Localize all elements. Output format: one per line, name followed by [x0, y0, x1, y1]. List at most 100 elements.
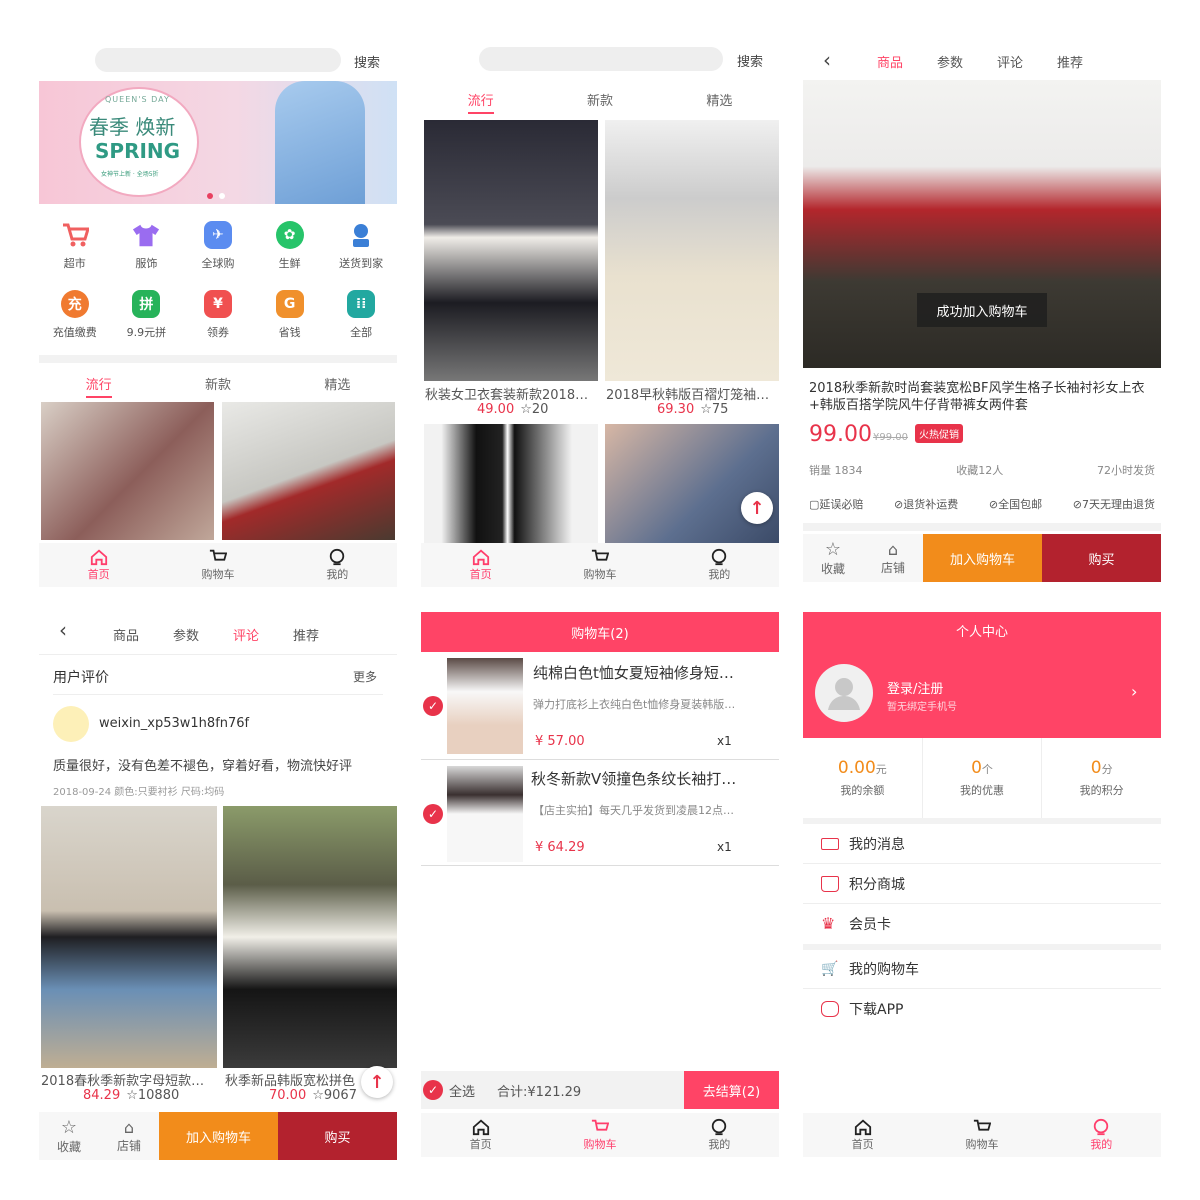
carousel-dot[interactable] — [219, 193, 225, 199]
star-icon: ☆ — [520, 402, 532, 417]
shop-button[interactable]: ⌂ 店铺 — [99, 1112, 159, 1160]
add-to-cart-button[interactable]: 加入购物车 — [159, 1112, 278, 1160]
shop-button[interactable]: ⌂ 店铺 — [863, 534, 923, 582]
promo-badge: 火热促销 — [915, 424, 963, 443]
nav-mine[interactable]: 我的 — [660, 543, 779, 587]
login-link[interactable]: 登录/注册 — [887, 678, 943, 697]
sales-info: 销量 1834 收藏12人 72小时发货 — [809, 464, 1155, 477]
checkout-button[interactable]: 去结算(2) — [684, 1071, 779, 1109]
category-supermarket[interactable]: 超市 — [39, 221, 111, 271]
nav-mine[interactable]: 我的 — [278, 543, 397, 587]
search-input[interactable] — [95, 48, 341, 72]
tab-reviews[interactable]: 评论 — [233, 625, 259, 644]
product-image[interactable] — [41, 402, 214, 540]
stat-points[interactable]: 0分 我的积分 — [1042, 738, 1161, 818]
category-save[interactable]: G 省钱 — [254, 290, 326, 340]
nav-cart[interactable]: 购物车 — [158, 543, 277, 587]
category-coupon[interactable]: ¥ 领券 — [182, 290, 254, 340]
category-clothing[interactable]: 服饰 — [111, 221, 183, 271]
banner-spring: SPRING — [95, 139, 181, 163]
fav-button[interactable]: ☆ 收藏 — [39, 1112, 99, 1160]
select-all-label[interactable]: 全选 — [449, 1081, 475, 1100]
check-icon[interactable]: ✓ — [423, 804, 443, 824]
check-icon[interactable]: ✓ — [423, 696, 443, 716]
cart-item[interactable]: ✓ 秋冬新款V领撞色条纹长袖打… 【店主实拍】每天几乎发货到凌晨12点… ¥ 6… — [421, 762, 779, 866]
scroll-top-button[interactable]: ↑ — [361, 1066, 393, 1098]
tab-recommend[interactable]: 推荐 — [293, 625, 319, 644]
database-icon — [821, 1001, 839, 1017]
menu-my-cart[interactable]: 🛒 我的购物车 — [803, 949, 1161, 989]
product-title[interactable]: 秋装女卫衣套装新款2018… — [425, 384, 595, 403]
tab-popular[interactable]: 流行 — [39, 374, 158, 398]
tab-reviews[interactable]: 评论 — [997, 52, 1023, 71]
nav-cart[interactable]: 购物车 — [540, 1113, 659, 1157]
category-group-buy[interactable]: 拼 9.9元拼 — [111, 290, 183, 340]
tab-new[interactable]: 新款 — [158, 374, 277, 397]
product-title[interactable]: 2018春秋季新款字母短款… — [41, 1070, 213, 1089]
back-icon[interactable]: ‹ — [823, 48, 831, 72]
tab-selected[interactable]: 精选 — [278, 374, 397, 397]
category-global[interactable]: ✈ 全球购 — [182, 221, 254, 271]
buy-button[interactable]: 购买 — [1042, 534, 1161, 582]
product-image[interactable] — [424, 424, 598, 544]
tab-new[interactable]: 新款 — [540, 90, 659, 113]
product-image[interactable] — [222, 402, 395, 540]
delivery-icon — [347, 221, 375, 249]
nav-home[interactable]: 首页 — [421, 543, 540, 587]
bottom-nav: 首页 购物车 我的 — [421, 1113, 779, 1157]
more-link[interactable]: 更多 — [353, 668, 377, 685]
scroll-top-button[interactable]: ↑ — [741, 492, 773, 524]
bottom-nav: 首页 购物车 我的 — [803, 1113, 1161, 1157]
nav-home[interactable]: 首页 — [803, 1113, 922, 1157]
item-image — [447, 658, 523, 754]
nav-cart[interactable]: 购物车 — [922, 1113, 1041, 1157]
tab-recommend[interactable]: 推荐 — [1057, 52, 1083, 71]
chevron-right-icon[interactable]: › — [1131, 682, 1137, 701]
product-price-row: 69.30 ☆ 75 — [657, 402, 729, 417]
nav-home[interactable]: 首页 — [39, 543, 158, 587]
avatar[interactable] — [815, 664, 873, 722]
nav-mine[interactable]: 我的 — [1042, 1113, 1161, 1157]
promo-banner[interactable]: QUEEN'S DAY 春季 焕新 SPRING 女神节上新 · 全场5折 — [39, 81, 397, 204]
tab-popular[interactable]: 流行 — [421, 90, 540, 114]
menu-points-mall[interactable]: 积分商城 — [803, 864, 1161, 904]
tab-params[interactable]: 参数 — [173, 625, 199, 644]
tab-selected[interactable]: 精选 — [660, 90, 779, 113]
product-image[interactable] — [424, 120, 598, 381]
profile-screen: 个人中心 登录/注册 暂无绑定手机号 › 0.00元 我的余额 0个 我的优惠 0分… — [803, 610, 1161, 1160]
product-title[interactable]: 2018早秋韩版百褶灯笼袖… — [606, 384, 776, 403]
back-icon[interactable]: ‹ — [59, 618, 67, 642]
category-recharge[interactable]: 充充值缴费 — [39, 290, 111, 340]
nav-cart[interactable]: 购物车 — [540, 543, 659, 587]
nav-home[interactable]: 首页 — [421, 1113, 540, 1157]
cart-item[interactable]: ✓ 纯棉白色t恤女夏短袖修身短… 弹力打底衫上衣纯白色t恤修身夏装韩版… ¥ 5… — [421, 654, 779, 760]
add-to-cart-button[interactable]: 加入购物车 — [923, 534, 1042, 582]
search-input[interactable] — [479, 47, 723, 71]
category-delivery[interactable]: 送货到家 — [325, 221, 397, 271]
select-all-check-icon[interactable]: ✓ — [423, 1080, 443, 1100]
menu-member-card[interactable]: ♛ 会员卡 — [803, 904, 1161, 944]
product-image[interactable] — [605, 120, 779, 381]
carousel-dot-active[interactable] — [207, 193, 213, 199]
review-text: 质量很好，没有色差不褪色，穿着好看，物流快好评 — [53, 759, 353, 774]
stat-coupons[interactable]: 0个 我的优惠 — [923, 738, 1043, 818]
tab-params[interactable]: 参数 — [937, 52, 963, 71]
product-title[interactable]: 秋季新品韩版宽松拼色 — [225, 1070, 375, 1089]
category-all[interactable]: ⁞⁞ 全部 — [325, 290, 397, 340]
buy-button[interactable]: 购买 — [278, 1112, 397, 1160]
banner-title: 春季 焕新 — [89, 115, 176, 139]
menu-download-app[interactable]: 下载APP — [803, 989, 1161, 1029]
tab-goods[interactable]: 商品 — [113, 625, 139, 644]
category-fresh[interactable]: ✿ 生鲜 — [254, 221, 326, 271]
menu-messages[interactable]: 我的消息 — [803, 824, 1161, 864]
stat-balance[interactable]: 0.00元 我的余额 — [803, 738, 923, 818]
product-image[interactable] — [41, 806, 217, 1068]
search-button[interactable]: 搜索 — [737, 51, 763, 70]
nav-mine[interactable]: 我的 — [660, 1113, 779, 1157]
tab-goods[interactable]: 商品 — [877, 52, 903, 71]
search-button[interactable]: 搜索 — [354, 52, 380, 71]
shopping-bag-icon — [821, 875, 839, 892]
fav-button[interactable]: ☆ 收藏 — [803, 534, 863, 582]
product-image[interactable] — [223, 806, 397, 1068]
product-image[interactable] — [605, 424, 779, 544]
